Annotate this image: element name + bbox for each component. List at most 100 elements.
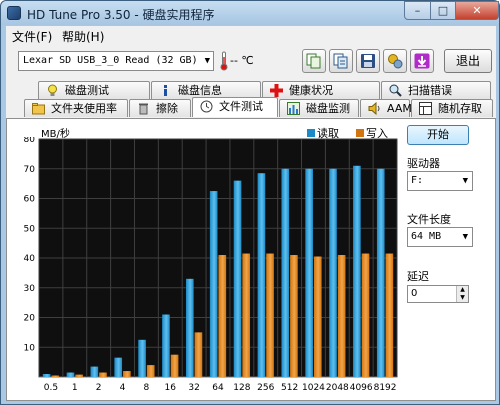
- y-tick-label: 20: [24, 314, 36, 324]
- tab-health[interactable]: 健康状况: [262, 81, 380, 99]
- tab-random-access[interactable]: 随机存取: [411, 99, 493, 117]
- x-tick-label: 8: [144, 383, 150, 393]
- read-bar: [42, 374, 51, 377]
- health-cross-icon: [270, 84, 283, 97]
- read-bar: [329, 168, 337, 377]
- read-bar: [185, 278, 194, 377]
- y-tick-label: 50: [24, 224, 36, 234]
- write-bar: [290, 255, 298, 377]
- spin-down-icon[interactable]: ▼: [456, 294, 468, 302]
- legend-write-swatch: [356, 129, 364, 137]
- read-bar: [90, 366, 99, 377]
- tab-label: 磁盘监测: [306, 102, 350, 115]
- x-tick-label: 64: [212, 383, 224, 393]
- x-tick-label: 1: [72, 383, 78, 393]
- tab-label: 随机存取: [438, 102, 482, 115]
- x-tick-label: 2048: [326, 383, 349, 393]
- x-tick-label: 2: [96, 383, 102, 393]
- read-bar: [233, 180, 242, 377]
- x-tick-label: 4: [120, 383, 126, 393]
- options-icon: [388, 54, 403, 69]
- options-button[interactable]: [383, 49, 407, 73]
- copy-icon: [306, 53, 321, 69]
- benchmark-chart: 10 20 30 40 50 60 70 80 0.5 1 2 4 8 16 32 64 128 256 512 10…: [24, 137, 398, 393]
- delay-label: 延迟: [407, 270, 429, 283]
- drive-letter-dropdown[interactable]: F: ▼: [407, 171, 473, 191]
- x-tick-label: 16: [165, 383, 177, 393]
- save-icon: [361, 54, 375, 68]
- magnifier-icon: [389, 84, 402, 97]
- y-tick-label: 70: [24, 165, 36, 175]
- app-window: HD Tune Pro 3.50 - 硬盘实用程序 – □ ✕ 文件(F) 帮助…: [0, 0, 500, 405]
- delay-spinner[interactable]: 0 ▲ ▼: [407, 285, 469, 303]
- x-tick-label: 256: [257, 383, 274, 393]
- thermometer-icon: [220, 51, 228, 71]
- read-bar: [353, 165, 361, 377]
- copy-button[interactable]: [302, 49, 326, 73]
- minimize-button[interactable]: –: [404, 1, 431, 20]
- tab-disk-monitor[interactable]: 磁盘监测: [279, 99, 359, 117]
- title-bar[interactable]: HD Tune Pro 3.50 - 硬盘实用程序 – □ ✕: [1, 1, 499, 25]
- write-bar: [75, 374, 83, 377]
- download-button[interactable]: [410, 49, 434, 73]
- toolbar: Lexar SD USB_3_0 Read (32 GB) ▼ -- ℃ 退出: [6, 44, 496, 76]
- x-tick-label: 32: [188, 383, 199, 393]
- read-bar: [66, 372, 75, 377]
- write-bar: [218, 255, 227, 377]
- read-bar: [376, 168, 385, 377]
- bulb-icon: [48, 84, 57, 96]
- write-bar: [242, 253, 251, 377]
- write-bar: [170, 354, 179, 377]
- y-tick-label: 60: [24, 195, 36, 205]
- tab-label: 文件夹使用率: [51, 102, 117, 115]
- exit-button[interactable]: 退出: [444, 49, 492, 73]
- menu-bar: 文件(F) 帮助(H): [6, 26, 496, 44]
- write-bar: [146, 365, 155, 377]
- x-tick-label: 512: [281, 383, 298, 393]
- tab-folder-usage[interactable]: 文件夹使用率: [24, 99, 128, 117]
- y-tick-label: 40: [24, 254, 36, 264]
- tab-label: AAM: [387, 102, 412, 115]
- copy-text-button[interactable]: [329, 49, 353, 73]
- read-bar: [114, 357, 123, 377]
- spin-up-icon[interactable]: ▲: [456, 286, 468, 294]
- read-bar: [209, 191, 218, 377]
- legend-read-swatch: [307, 129, 315, 137]
- drive-label: 驱动器: [407, 157, 440, 170]
- menu-file[interactable]: 文件(F): [12, 28, 52, 45]
- x-tick-label: 0.5: [44, 383, 58, 393]
- download-icon: [414, 53, 430, 69]
- y-tick-label: 30: [24, 284, 36, 294]
- chevron-down-icon: ▼: [204, 56, 210, 66]
- save-button[interactable]: [356, 49, 380, 73]
- x-tick-label: 128: [233, 383, 250, 393]
- tab-file-benchmark[interactable]: 文件测试: [192, 97, 278, 117]
- maximize-button[interactable]: □: [430, 1, 456, 20]
- write-bar: [266, 253, 274, 377]
- tab-label: 擦除: [156, 102, 178, 115]
- y-tick-label: 80: [24, 137, 36, 145]
- tab-label: 健康状况: [289, 84, 333, 97]
- tab-disk-benchmark[interactable]: 磁盘测试: [38, 81, 150, 99]
- tab-erase[interactable]: 擦除: [129, 99, 191, 117]
- tab-label: 磁盘测试: [65, 84, 109, 97]
- tab-label: 文件测试: [219, 100, 263, 113]
- drive-dropdown[interactable]: Lexar SD USB_3_0 Read (32 GB) ▼: [18, 51, 214, 71]
- drive-dropdown-value: Lexar SD USB_3_0 Read (32 GB): [23, 55, 198, 66]
- tab-aam[interactable]: AAM: [360, 99, 412, 117]
- info-icon: [164, 85, 167, 96]
- close-button[interactable]: ✕: [455, 1, 499, 20]
- window-title: HD Tune Pro 3.50 - 硬盘实用程序: [27, 8, 215, 22]
- write-bar: [385, 253, 394, 377]
- read-bar: [305, 168, 313, 377]
- file-length-dropdown[interactable]: 64 MB ▼: [407, 227, 473, 247]
- drive-letter-value: F:: [411, 175, 424, 186]
- write-bar: [313, 256, 322, 377]
- delay-value: 0: [411, 288, 418, 299]
- chevron-down-icon: ▼: [462, 232, 468, 242]
- x-tick-label: 4096: [350, 383, 373, 393]
- read-bar: [162, 314, 170, 377]
- menu-help[interactable]: 帮助(H): [62, 28, 104, 45]
- tab-error-scan[interactable]: 扫描错误: [381, 81, 491, 99]
- start-button[interactable]: 开始: [407, 125, 469, 145]
